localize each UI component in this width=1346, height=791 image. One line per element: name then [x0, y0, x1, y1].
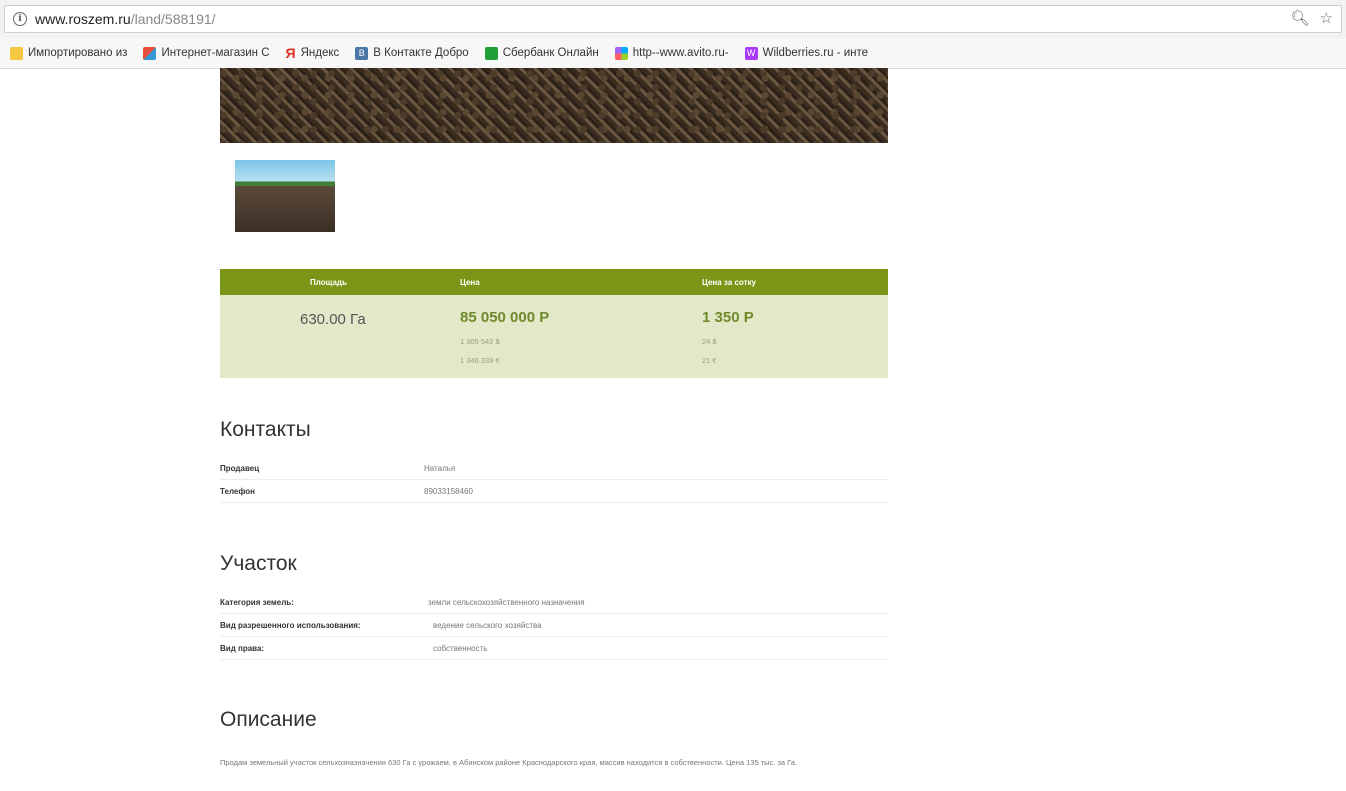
plot-title: Участок — [220, 552, 297, 575]
col-price-per-header: Цена за сотку — [702, 278, 756, 287]
table-row: Телефон 89033158460 — [220, 480, 888, 503]
price-table-body: 630.00 Га 85 050 000 Р 1 305 542 $ 1 346… — [220, 295, 888, 378]
url-text[interactable]: www.roszem.ru/land/588191/ — [35, 11, 216, 27]
area-value: 630.00 Га — [300, 311, 366, 328]
table-row: Категория земель: земли сельскохозяйстве… — [220, 591, 888, 614]
bookmarks-bar: Импортировано из Интернет-магазин С Я Янд… — [0, 38, 1346, 69]
url-host: www.roszem.ru — [35, 11, 131, 27]
star-icon[interactable]: ☆ — [1320, 9, 1333, 27]
bookmark-avito[interactable]: http--www.avito.ru- — [614, 46, 729, 60]
info-icon[interactable]: i — [13, 12, 27, 26]
seller-value: Наталья — [424, 464, 456, 473]
listing-content: Площадь Цена Цена за сотку 630.00 Га 85 … — [220, 68, 888, 767]
price-per-usd: 24 $ — [702, 337, 717, 346]
zoom-icon[interactable]: 🔍︎ — [1291, 9, 1310, 27]
price-table: Площадь Цена Цена за сотку 630.00 Га 85 … — [220, 269, 888, 378]
contacts-title: Контакты — [220, 418, 311, 441]
phone-value: 89033158460 — [424, 487, 473, 496]
phone-label: Телефон — [220, 487, 255, 496]
plot-table: Категория земель: земли сельскохозяйстве… — [220, 591, 888, 660]
yandex-icon: Я — [285, 45, 296, 61]
table-row: Вид разрешенного использования: ведение … — [220, 614, 888, 637]
bookmark-label: Импортировано из — [28, 47, 128, 59]
shop-icon — [143, 46, 157, 60]
bookmark-label: В Контакте Добро — [373, 47, 469, 59]
bookmark-wildberries[interactable]: W Wildberries.ru - инте — [744, 46, 869, 60]
right-label: Вид права: — [220, 644, 265, 653]
price-per-value: 1 350 Р — [702, 309, 754, 326]
bookmark-label: Сбербанк Онлайн — [502, 47, 599, 59]
folder-icon — [10, 46, 23, 60]
url-actions: 🔍︎ ☆ — [1291, 9, 1334, 27]
vk-icon: B — [355, 46, 369, 60]
category-value: земли сельскохозяйственного назначения — [428, 598, 585, 607]
use-label: Вид разрешенного использования: — [220, 621, 361, 630]
bookmark-shop[interactable]: Интернет-магазин С — [143, 46, 270, 60]
bookmark-yandex[interactable]: Я Яндекс — [286, 45, 340, 61]
browser-address-bar: i www.roszem.ru/land/588191/ 🔍︎ ☆ — [0, 0, 1346, 39]
avito-icon — [614, 46, 628, 60]
col-price-header: Цена — [460, 278, 480, 287]
table-row: Продавец Наталья — [220, 457, 888, 480]
bookmark-sberbank[interactable]: Сбербанк Онлайн — [484, 46, 599, 60]
bookmark-label: Интернет-магазин С — [161, 47, 270, 59]
bookmark-imported[interactable]: Импортировано из — [10, 46, 128, 60]
contacts-table: Продавец Наталья Телефон 89033158460 — [220, 457, 888, 503]
sberbank-icon — [484, 46, 498, 60]
price-value: 85 050 000 Р — [460, 309, 550, 326]
bookmark-label: Wildberries.ru - инте — [762, 47, 869, 59]
use-value: ведение сельского хозяйства — [433, 621, 542, 630]
price-table-header: Площадь Цена Цена за сотку — [220, 269, 888, 295]
bookmark-vk[interactable]: B В Контакте Добро — [355, 46, 469, 60]
description-title: Описание — [220, 708, 317, 731]
price-per-eur: 21 € — [702, 356, 717, 365]
description-text: Продам земельный участок сельхозназначен… — [220, 758, 798, 767]
col-area-header: Площадь — [310, 278, 347, 287]
photo-thumbnail[interactable] — [235, 160, 335, 232]
main-photo[interactable] — [220, 68, 888, 143]
bookmark-label: http--www.avito.ru- — [632, 47, 729, 59]
price-usd: 1 305 542 $ — [460, 337, 500, 346]
url-path: /land/588191/ — [130, 11, 216, 27]
table-row: Вид права: собственность — [220, 637, 888, 660]
wildberries-icon: W — [744, 46, 758, 60]
seller-label: Продавец — [220, 464, 260, 473]
right-value: собственность — [433, 644, 488, 653]
url-field[interactable]: i www.roszem.ru/land/588191/ 🔍︎ ☆ — [4, 5, 1342, 33]
bookmark-label: Яндекс — [300, 47, 340, 59]
price-eur: 1 346 339 € — [460, 356, 500, 365]
category-label: Категория земель: — [220, 598, 294, 607]
